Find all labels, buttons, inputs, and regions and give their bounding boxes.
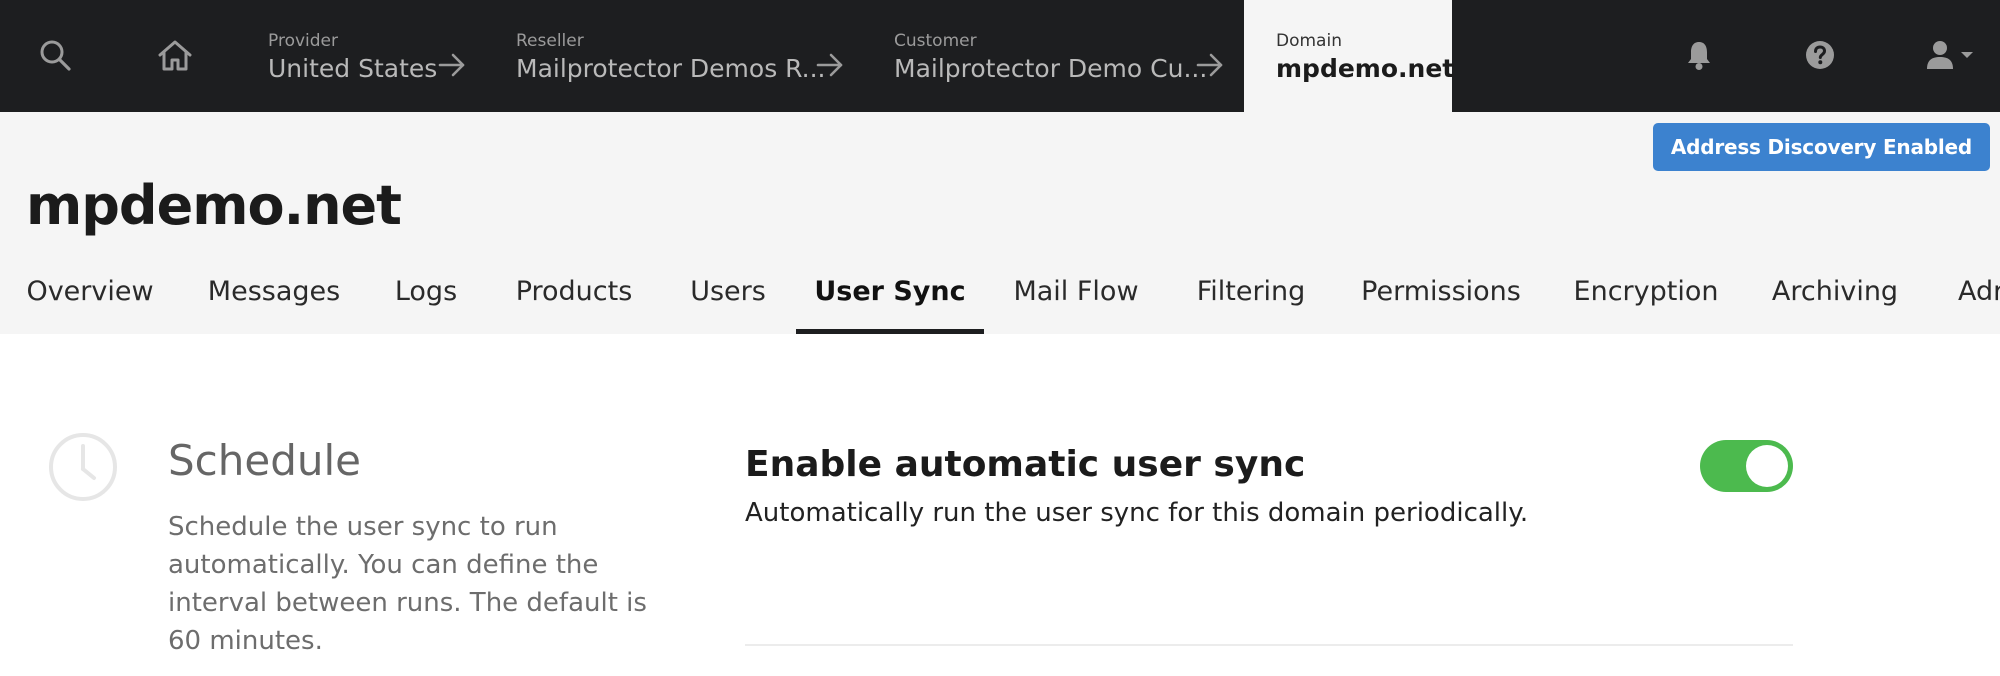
page-title: mpdemo.net [26, 174, 402, 237]
tab-users[interactable]: Users [680, 262, 776, 334]
tab-archiving[interactable]: Archiving [1768, 262, 1902, 334]
breadcrumb-customer[interactable]: Customer Mailprotector Demo Cu... [894, 0, 1224, 112]
setting-title: Enable automatic user sync [745, 444, 1306, 485]
tab-messages[interactable]: Messages [196, 262, 352, 334]
tab-mail-flow[interactable]: Mail Flow [1006, 262, 1146, 334]
address-discovery-button[interactable]: Address Discovery Enabled [1652, 123, 1990, 171]
breadcrumb-provider[interactable]: Provider United States [268, 0, 488, 112]
home-icon[interactable] [150, 30, 200, 80]
divider [745, 644, 1793, 646]
breadcrumb-reseller-label: Reseller [516, 31, 584, 51]
arrow-right-icon [438, 53, 465, 77]
toggle-knob [1746, 445, 1788, 487]
tab-encryption[interactable]: Encryption [1570, 262, 1722, 334]
breadcrumb-customer-label: Customer [894, 31, 977, 51]
search-icon[interactable] [30, 30, 80, 80]
breadcrumb-reseller-value: Mailprotector Demos R... [516, 54, 826, 83]
tab-user-sync[interactable]: User Sync [796, 262, 984, 334]
domain-header: Address Discovery Enabled mpdemo.net Ove… [0, 112, 2000, 334]
tab-logs[interactable]: Logs [382, 262, 470, 334]
clock-icon [49, 433, 117, 501]
breadcrumb-domain-label: Domain [1276, 31, 1342, 51]
breadcrumb-customer-value: Mailprotector Demo Cu... [894, 54, 1208, 83]
tab-admin[interactable]: Adr [1948, 262, 2000, 334]
setting-description: Automatically run the user sync for this… [745, 498, 1529, 528]
arrow-right-icon [816, 53, 843, 77]
tab-overview[interactable]: Overview [0, 262, 180, 334]
tab-permissions[interactable]: Permissions [1358, 262, 1524, 334]
help-icon[interactable] [1795, 30, 1845, 80]
auto-sync-toggle[interactable] [1700, 440, 1793, 492]
user-icon [1927, 41, 1953, 69]
domain-tabs: Overview Messages Logs Products Users Us… [0, 262, 2000, 334]
user-menu-button[interactable] [1918, 30, 1982, 80]
tab-products[interactable]: Products [500, 262, 648, 334]
bell-icon[interactable] [1674, 30, 1724, 80]
breadcrumb-domain[interactable]: Domain mpdemo.net [1244, 0, 1455, 112]
breadcrumb-domain-value: mpdemo.net [1276, 54, 1455, 83]
caret-down-icon [1961, 52, 1973, 58]
tab-filtering[interactable]: Filtering [1188, 262, 1314, 334]
section-title: Schedule [168, 436, 361, 485]
section-description: Schedule the user sync to run automatica… [168, 512, 647, 656]
breadcrumb-reseller[interactable]: Reseller Mailprotector Demos R... [516, 0, 846, 112]
top-navigation-bar: Provider United States Reseller Mailprot… [0, 0, 2000, 112]
arrow-right-icon [1196, 53, 1223, 77]
